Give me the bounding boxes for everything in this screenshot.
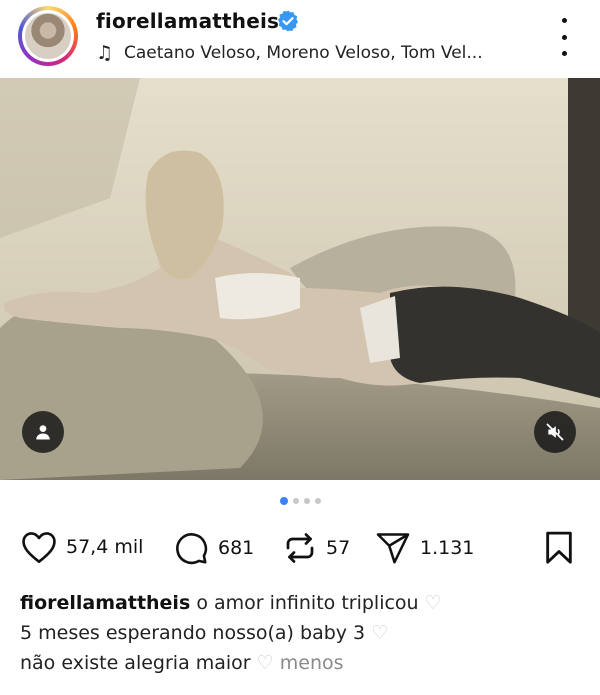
caption-line-3: não existe alegria maior ♡ menos: [20, 648, 580, 678]
caption-text-2: 5 meses esperando nosso(a) baby 3: [20, 622, 366, 644]
comment-icon: [176, 533, 208, 565]
white-heart-icon: ♡: [371, 622, 389, 644]
more-dot-icon: [561, 34, 567, 40]
caption-line-2: 5 meses esperando nosso(a) baby 3 ♡: [20, 618, 580, 648]
music-text: Caetano Veloso, Moreno Veloso, Tom Vel..…: [124, 43, 483, 63]
repost-button[interactable]: 57: [282, 530, 350, 566]
caption-text-1: o amor infinito triplicou: [196, 592, 419, 614]
speaker-muted-icon: [546, 423, 564, 441]
comment-count: 681: [218, 537, 255, 559]
more-options-button[interactable]: [552, 18, 576, 56]
tagged-users-button[interactable]: [22, 411, 64, 453]
repost-icon: [286, 533, 314, 563]
action-bar: 57,4 mil 681 57 1.131: [0, 530, 600, 572]
like-button[interactable]: 57,4 mil: [20, 530, 143, 564]
like-count: 57,4 mil: [66, 536, 144, 558]
post-header: fiorellamattheis ♫ Caetano Veloso, Moren…: [0, 0, 600, 78]
white-heart-icon: ♡: [256, 652, 274, 674]
share-count: 1.131: [420, 537, 475, 559]
caption-less-link[interactable]: menos: [280, 652, 344, 674]
music-note-icon: ♫: [96, 42, 114, 64]
mute-button[interactable]: [534, 411, 576, 453]
carousel-dot: [314, 498, 321, 504]
repost-count: 57: [326, 537, 351, 559]
share-icon: [376, 533, 410, 564]
carousel-dot-active: [279, 497, 288, 505]
caption-line-1: fiorellamattheis o amor infinito triplic…: [20, 588, 580, 618]
carousel-dot: [292, 498, 299, 504]
heart-icon: [22, 532, 56, 563]
avatar[interactable]: [18, 6, 78, 66]
more-dot-icon: [561, 51, 567, 56]
more-dot-icon: [561, 18, 567, 23]
person-icon: [36, 425, 50, 440]
carousel-indicator: [0, 497, 600, 505]
music-info[interactable]: ♫ Caetano Veloso, Moreno Veloso, Tom Vel…: [96, 42, 483, 64]
username[interactable]: fiorellamattheis: [96, 9, 279, 33]
post-caption: fiorellamattheis o amor infinito triplic…: [20, 588, 580, 678]
bookmark-icon[interactable]: [544, 531, 574, 565]
caption-text-3: não existe alegria maior: [20, 652, 251, 674]
white-heart-icon: ♡: [424, 592, 442, 614]
comment-button[interactable]: 681: [172, 530, 254, 566]
verified-icon: [278, 10, 298, 32]
share-button[interactable]: 1.131: [374, 530, 474, 566]
post-photo[interactable]: [0, 78, 600, 480]
carousel-dot: [303, 498, 310, 504]
caption-author[interactable]: fiorellamattheis: [20, 592, 190, 614]
photo-illustration: [0, 78, 600, 480]
